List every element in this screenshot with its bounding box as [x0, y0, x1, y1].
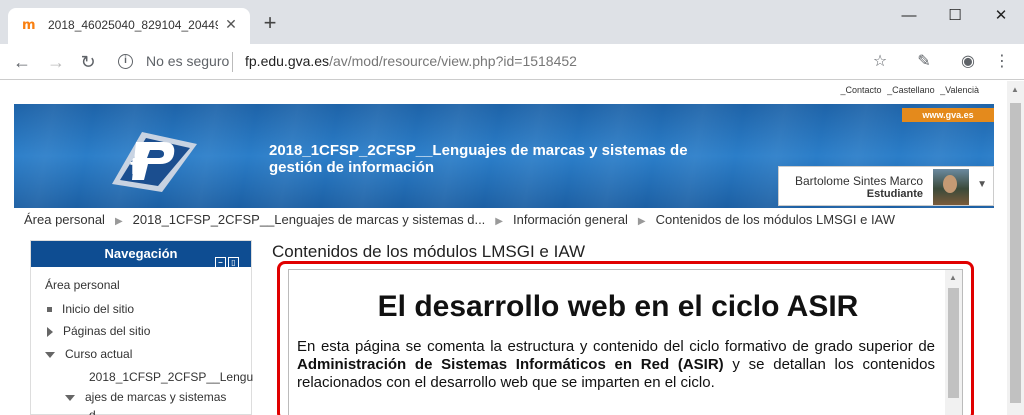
window-close-button[interactable]: ✕	[978, 0, 1024, 32]
nav-item-label: Curso actual	[65, 347, 133, 361]
plus-icon[interactable]: +	[258, 12, 282, 36]
valencia-link[interactable]: _Valencià	[940, 85, 979, 95]
menu-icon[interactable]: ⋮	[990, 50, 1014, 74]
url-path: /av/mod/resource/view.php?id=1518452	[329, 53, 577, 69]
back-arrow-icon[interactable]: ←	[8, 48, 36, 76]
user-name: Bartolome Sintes Marco	[794, 174, 923, 188]
moodle-favicon-icon: m	[22, 18, 36, 33]
nav-item-label: Inicio del sitio	[62, 302, 135, 316]
breadcrumb-item[interactable]: Área personal	[24, 212, 105, 227]
tab-title: 2018_46025040_829104_2044989	[48, 18, 218, 32]
nav-item-course-line2[interactable]: ajes de marcas y sistemas	[65, 390, 226, 404]
paragraph-bold: Administración de Sistemas Informáticos …	[297, 356, 724, 373]
reload-icon[interactable]: ↻	[74, 48, 102, 76]
gva-badge[interactable]: www.gva.es	[902, 108, 994, 122]
page-scrollbar[interactable]: ▲	[1007, 81, 1024, 415]
navigation-block: Navegación – ▯ Área personal Inicio del s…	[30, 240, 253, 415]
forward-arrow-icon[interactable]: →	[42, 48, 70, 76]
scroll-thumb[interactable]	[1010, 103, 1021, 403]
close-icon[interactable]: ✕	[222, 15, 240, 33]
chevron-right-icon: ▶	[637, 216, 646, 227]
url-divider	[232, 52, 233, 72]
nav-item-curso-actual[interactable]: Curso actual	[45, 347, 132, 361]
navigation-header: Navegación – ▯	[31, 241, 251, 268]
user-role: Estudiante	[866, 188, 923, 200]
fp-logo-icon[interactable]: f	[102, 122, 202, 194]
nav-item-area-personal[interactable]: Área personal	[45, 278, 120, 292]
collapse-icon[interactable]: –	[215, 257, 226, 268]
course-title: 2018_1CFSP_2CFSP__Lenguajes de marcas y …	[269, 142, 688, 176]
minimize-button[interactable]: —	[886, 0, 932, 32]
castellano-link[interactable]: _Castellano	[887, 85, 935, 95]
nav-item-paginas[interactable]: Páginas del sitio	[47, 324, 150, 338]
paragraph-text: En esta página se comenta la estructura …	[297, 338, 935, 355]
user-menu[interactable]: Bartolome Sintes Marco Estudiante ▼	[778, 166, 994, 206]
info-icon[interactable]: i	[118, 54, 133, 69]
nav-item-label: Páginas del sitio	[63, 324, 151, 338]
page-title: Contenidos de los módulos LMSGI e IAW	[272, 242, 586, 261]
dock-icon[interactable]: ▯	[228, 257, 239, 268]
title-bar: m 2018_46025040_829104_2044989 ✕ + — ☐ ✕	[0, 0, 1024, 44]
account-icon[interactable]: ◉	[956, 50, 980, 74]
address-bar[interactable]: fp.edu.gva.es/av/mod/resource/view.php?i…	[245, 53, 577, 69]
document-scrollbar[interactable]: ▲	[945, 270, 962, 415]
breadcrumb-item[interactable]: Contenidos de los módulos LMSGI e IAW	[656, 212, 895, 227]
maximize-button[interactable]: ☐	[932, 0, 978, 32]
avatar	[933, 169, 969, 205]
nav-item-inicio[interactable]: Inicio del sitio	[47, 302, 134, 316]
svg-text:f: f	[130, 155, 140, 180]
scroll-thumb[interactable]	[948, 288, 959, 398]
url-host: fp.edu.gva.es	[245, 53, 330, 69]
security-label[interactable]: No es seguro	[146, 53, 229, 69]
nav-item-course-line1[interactable]: 2018_1CFSP_2CFSP__Lengu	[89, 370, 253, 384]
contact-link[interactable]: _Contacto	[841, 85, 882, 95]
chevron-right-icon: ▶	[114, 216, 123, 227]
document-paragraph: En esta página se comenta la estructura …	[297, 338, 935, 392]
browser-toolbar: ← → ↻ i No es seguro fp.edu.gva.es/av/mo…	[0, 44, 1024, 80]
chevron-right-icon: ▶	[495, 216, 503, 227]
breadcrumb-item[interactable]: Información general	[513, 212, 628, 227]
eyedropper-icon[interactable]: ✎	[912, 50, 936, 74]
collapse-tree-icon	[45, 351, 55, 358]
browser-tab[interactable]: m 2018_46025040_829104_2044989 ✕	[8, 8, 250, 44]
expand-icon	[47, 326, 53, 337]
web-page: _Contacto _Castellano _Valencià www.gva.…	[0, 81, 1007, 415]
star-icon[interactable]: ☆	[868, 50, 892, 74]
scroll-up-icon[interactable]: ▲	[1011, 85, 1019, 94]
language-links: _Contacto _Castellano _Valencià	[838, 85, 979, 95]
document-heading: El desarrollo web en el ciclo ASIR	[377, 290, 859, 323]
collapse-tree-icon	[65, 394, 75, 401]
chevron-down-icon[interactable]: ▼	[977, 179, 987, 190]
breadcrumb: Área personal ▶ 2018_1CFSP_2CFSP__Lenguaje…	[24, 212, 895, 227]
navigation-title: Navegación	[104, 246, 178, 261]
scroll-up-icon[interactable]: ▲	[949, 273, 957, 282]
nav-item-course-line3[interactable]: d	[89, 408, 96, 415]
nav-item-label: ajes de marcas y sistemas	[85, 390, 227, 404]
breadcrumb-item[interactable]: 2018_1CFSP_2CFSP__Lenguajes de marcas y …	[133, 212, 486, 227]
embedded-document[interactable]: El desarrollo web en el ciclo ASIR En es…	[288, 269, 963, 415]
bullet-icon	[47, 307, 52, 313]
